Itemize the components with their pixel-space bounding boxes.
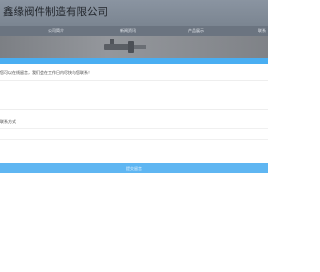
site-header: 鑫缘阀件制造有限公司	[0, 0, 268, 26]
company-name: 鑫缘阀件制造有限公司	[3, 6, 108, 18]
nav-item-about[interactable]: 公司简介	[48, 26, 64, 36]
valve-graphic	[104, 39, 146, 53]
accent-bar	[0, 58, 268, 64]
message-textarea[interactable]	[0, 80, 268, 110]
form-notice: 您可以在线留言，我们会在工作日内尽快与您联系！	[0, 70, 92, 75]
nav-item-news[interactable]: 新闻资讯	[120, 26, 136, 36]
nav-item-products[interactable]: 产品展示	[188, 26, 204, 36]
nav-item-contact[interactable]: 联系	[258, 26, 266, 36]
contact-input[interactable]	[0, 128, 268, 140]
banner-image	[0, 36, 268, 58]
main-nav: 公司简介 新闻资讯 产品展示 联系	[0, 26, 268, 36]
submit-button[interactable]: 提交留言	[0, 163, 268, 173]
contact-label: 联系方式	[0, 119, 16, 124]
